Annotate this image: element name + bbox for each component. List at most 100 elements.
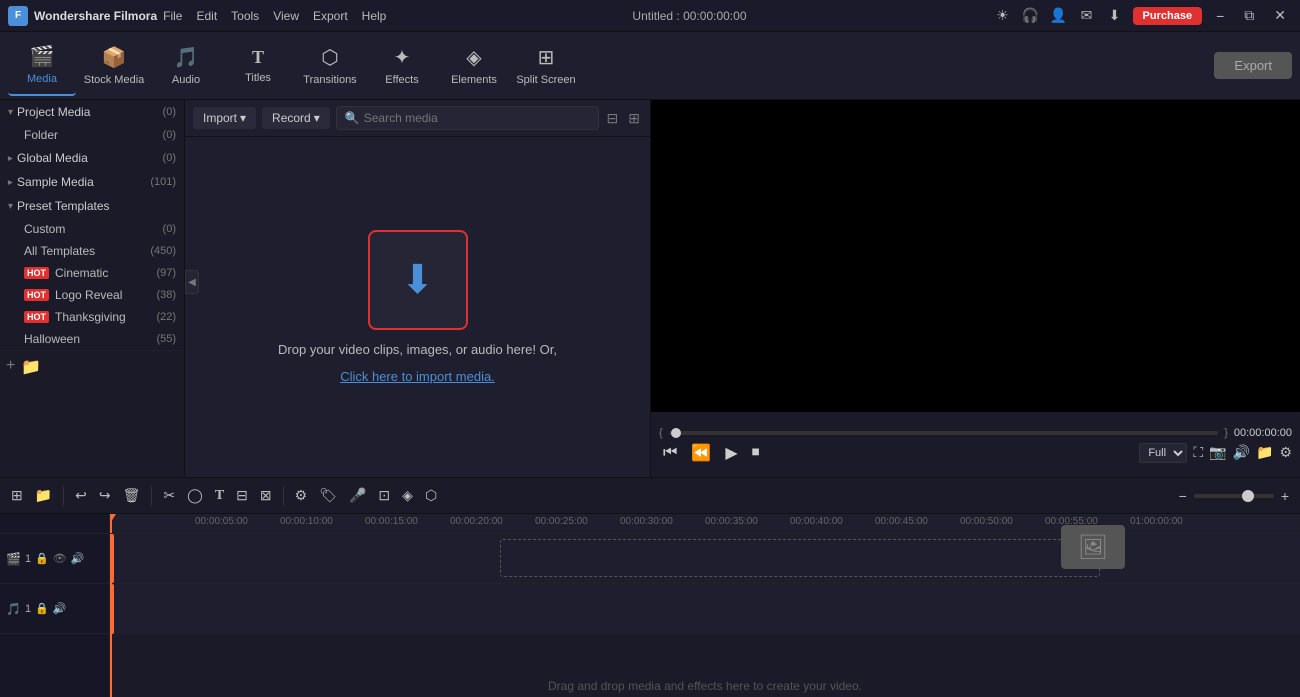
drop-zone[interactable]: ⬇ — [368, 230, 468, 330]
folder-label: Folder — [24, 128, 58, 142]
folder-button[interactable]: 📁 — [21, 357, 41, 377]
titles-label: Titles — [245, 72, 271, 84]
sidebar-group-preset-templates[interactable]: ▾ Preset Templates — [0, 194, 184, 218]
sidebar-item-cinematic[interactable]: HOT Cinematic (97) — [0, 262, 184, 284]
all-templates-label: All Templates — [24, 244, 95, 258]
sidebar-group-global-media[interactable]: ▾ Global Media (0) — [0, 146, 184, 170]
audio-video-button[interactable]: 🔊 — [71, 552, 85, 565]
toolbar-stock-media[interactable]: 📦 Stock Media — [80, 36, 148, 96]
close-button[interactable]: ✕ — [1268, 7, 1292, 24]
zoom-out-button[interactable]: − — [1176, 488, 1190, 504]
sidebar-item-logo-reveal[interactable]: HOT Logo Reveal (38) — [0, 284, 184, 306]
toolbar-media[interactable]: 🎬 Media — [8, 36, 76, 96]
lock-audio-button[interactable]: 🔒 — [35, 602, 49, 615]
chevron-project-media: ▾ — [8, 107, 13, 118]
download-arrow-icon: ⬇ — [401, 257, 435, 303]
audio-toggle-icon[interactable]: 🔊 — [1233, 444, 1250, 461]
mix-icon[interactable]: ⊡ — [375, 487, 393, 504]
undo-button[interactable]: ↩ — [72, 487, 90, 504]
color-icon[interactable]: ◈ — [399, 487, 416, 504]
timeline-layout-icon[interactable]: ⊞ — [8, 487, 26, 504]
audio-track[interactable] — [110, 584, 1300, 634]
video-track[interactable]: 🖼 — [110, 534, 1300, 584]
elements-icon: ◈ — [466, 45, 481, 70]
redo-button[interactable]: ↪ — [96, 487, 114, 504]
menu-edit[interactable]: Edit — [196, 9, 217, 23]
sidebar-item-thanksgiving[interactable]: HOT Thanksgiving (22) — [0, 306, 184, 328]
toolbar-elements[interactable]: ◈ Elements — [440, 36, 508, 96]
download-icon[interactable]: ⬇ — [1105, 6, 1125, 26]
sun-icon[interactable]: ☀ — [993, 6, 1013, 26]
delete-button[interactable]: 🗑 — [120, 487, 144, 504]
sidebar-group-sample-media[interactable]: ▾ Sample Media (101) — [0, 170, 184, 194]
headphone-icon[interactable]: 🎧 — [1021, 6, 1041, 26]
mail-icon[interactable]: ✉ — [1077, 6, 1097, 26]
time-bracket-end: } — [1224, 427, 1228, 439]
timeline-body: 🎬 1 🔒 👁 🔊 🎵 1 🔒 🔊 — [0, 514, 1300, 697]
menu-help[interactable]: Help — [362, 9, 387, 23]
sidebar-item-all-templates[interactable]: All Templates (450) — [0, 240, 184, 262]
audio-button[interactable]: ⊠ — [257, 487, 275, 504]
export-button[interactable]: Export — [1214, 52, 1292, 79]
add-media-button[interactable]: + — [6, 357, 15, 377]
video-drop-zone[interactable]: 🖼 — [500, 539, 1100, 577]
audio-label: Audio — [172, 74, 200, 86]
minimize-button[interactable]: − — [1210, 8, 1230, 24]
project-media-count: (0) — [163, 106, 176, 118]
sidebar-item-folder[interactable]: Folder (0) — [0, 124, 184, 146]
sidebar-group-project-media[interactable]: ▾ Project Media (0) — [0, 100, 184, 124]
toolbar-effects[interactable]: ✦ Effects — [368, 36, 436, 96]
visibility-video-button[interactable]: 👁 — [53, 552, 67, 565]
settings-icon[interactable]: ⚙ — [1279, 444, 1292, 461]
sidebar-item-custom[interactable]: Custom (0) — [0, 218, 184, 240]
overlay-icon[interactable]: ⬡ — [422, 487, 440, 504]
play-button[interactable]: ▶ — [721, 443, 741, 463]
mic-icon[interactable]: 🎤 — [346, 487, 369, 504]
volume-audio-button[interactable]: 🔊 — [53, 602, 67, 615]
zoom-track[interactable] — [1194, 494, 1274, 498]
import-link[interactable]: Click here to import media. — [340, 369, 495, 384]
halloween-count: (55) — [156, 333, 176, 345]
step-back-button[interactable]: ⏪ — [687, 443, 715, 463]
menu-view[interactable]: View — [273, 9, 299, 23]
snapshot-icon[interactable]: 📷 — [1209, 444, 1226, 461]
sidebar-item-halloween[interactable]: Halloween (55) — [0, 328, 184, 350]
all-templates-count: (450) — [150, 245, 176, 257]
toolbar-transitions[interactable]: ⬡ Transitions — [296, 36, 364, 96]
marker-icon[interactable]: 🏷 — [316, 487, 340, 504]
ruler-mark: 00:00:20:00 — [450, 516, 503, 527]
text-button[interactable]: T — [212, 488, 227, 504]
sample-media-label: Sample Media — [17, 175, 94, 189]
lock-video-button[interactable]: 🔒 — [35, 552, 49, 565]
user-icon[interactable]: 👤 — [1049, 6, 1069, 26]
toolbar-titles[interactable]: T Titles — [224, 36, 292, 96]
import-dropdown-icon: ▾ — [240, 111, 246, 125]
crop-button[interactable]: ◯ — [184, 487, 206, 504]
quality-selector[interactable]: Full 1/2 1/4 — [1139, 443, 1187, 463]
grid-view-icon[interactable]: ⊞ — [626, 110, 642, 127]
fullscreen-icon[interactable]: ⛶ — [1193, 444, 1203, 461]
search-input[interactable] — [364, 111, 590, 125]
progress-bar[interactable] — [669, 431, 1219, 435]
progress-thumb — [671, 428, 681, 438]
zoom-in-button[interactable]: + — [1278, 488, 1292, 504]
import-button[interactable]: Import ▾ — [193, 107, 256, 129]
skip-back-button[interactable]: ⏮ — [659, 444, 681, 462]
menu-file[interactable]: File — [163, 9, 182, 23]
folder-output-icon[interactable]: 📁 — [1256, 444, 1273, 461]
sidebar-footer: + 📁 — [0, 350, 184, 383]
stop-button[interactable]: ⏹ — [748, 444, 764, 462]
restore-button[interactable]: ⧉ — [1238, 7, 1260, 24]
filter-icon[interactable]: ⊟ — [605, 110, 621, 127]
menu-tools[interactable]: Tools — [231, 9, 259, 23]
toolbar-split-screen[interactable]: ⊞ Split Screen — [512, 36, 580, 96]
toolbar-audio[interactable]: 🎵 Audio — [152, 36, 220, 96]
timeline-add-folder-icon[interactable]: 📁 — [32, 487, 55, 504]
record-button[interactable]: Record ▾ — [262, 107, 330, 129]
speed-button[interactable]: ⊟ — [233, 487, 251, 504]
menu-export[interactable]: Export — [313, 9, 348, 23]
magnet-icon[interactable]: ⚙ — [292, 487, 311, 504]
purchase-button[interactable]: Purchase — [1133, 7, 1203, 25]
logo-reveal-label: Logo Reveal — [55, 288, 122, 302]
cut-button[interactable]: ✂ — [160, 487, 178, 504]
